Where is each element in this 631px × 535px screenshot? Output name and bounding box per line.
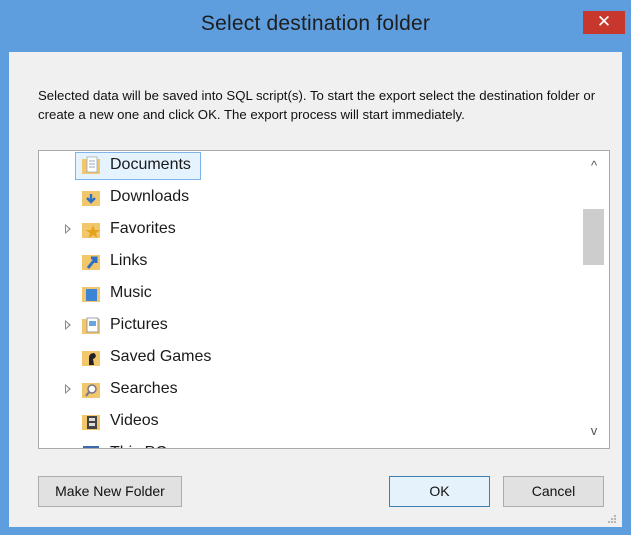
description-text: Selected data will be saved into SQL scr… xyxy=(38,88,596,122)
tree-item-label: Videos xyxy=(110,412,159,429)
tree-item[interactable]: Music xyxy=(39,279,579,309)
folder-tree[interactable]: Documents Downloads Favorites Links Music Pic… xyxy=(38,150,610,449)
searches-folder-icon xyxy=(82,383,100,398)
expand-arrow-icon[interactable] xyxy=(65,224,71,234)
links-folder-icon xyxy=(82,255,100,270)
vertical-scrollbar[interactable]: ^ v xyxy=(579,151,609,448)
scroll-up-arrow-icon[interactable]: ^ xyxy=(587,159,601,172)
tree-item[interactable]: Videos xyxy=(39,407,579,437)
tree-item[interactable]: Pictures xyxy=(39,311,579,341)
tree-item[interactable]: Favorites xyxy=(39,215,579,245)
tree-item-label: Favorites xyxy=(110,220,176,237)
cancel-button[interactable]: Cancel xyxy=(503,476,604,507)
dialog-body: Selected data will be saved into SQL scr… xyxy=(9,52,622,527)
music-folder-icon xyxy=(82,287,100,302)
saved-games-folder-icon xyxy=(82,351,100,366)
ok-button[interactable]: OK xyxy=(389,476,490,507)
tree-item[interactable]: This PC xyxy=(39,439,579,448)
scroll-thumb[interactable] xyxy=(583,209,604,265)
documents-folder-icon xyxy=(82,156,100,174)
this-pc-icon xyxy=(83,446,99,448)
downloads-folder-icon xyxy=(82,191,100,206)
scroll-down-arrow-icon[interactable]: v xyxy=(587,424,601,437)
make-new-folder-button[interactable]: Make New Folder xyxy=(38,476,182,507)
tree-item[interactable]: Saved Games xyxy=(39,343,579,373)
videos-folder-icon xyxy=(82,415,100,430)
tree-item[interactable]: Documents xyxy=(39,151,579,181)
tree-item-label: Links xyxy=(110,252,148,269)
tree-item-label: Music xyxy=(110,284,152,301)
tree-item-label: Pictures xyxy=(110,316,168,333)
tree-item[interactable]: Downloads xyxy=(39,183,579,213)
tree-item-label: Saved Games xyxy=(110,348,212,365)
tree-item[interactable]: Searches xyxy=(39,375,579,405)
resize-grip-icon[interactable] xyxy=(606,513,616,523)
expand-arrow-icon[interactable] xyxy=(65,320,71,330)
tree-item-label: Downloads xyxy=(110,188,190,205)
tree-item-label: This PC xyxy=(110,444,167,448)
tree-item-label: Documents xyxy=(110,156,191,173)
close-button[interactable]: ✕ xyxy=(583,11,625,34)
tree-item-label: Searches xyxy=(110,380,178,397)
pictures-folder-icon xyxy=(82,317,100,334)
close-icon: ✕ xyxy=(596,12,612,31)
favorites-folder-icon xyxy=(82,223,100,238)
dialog-window: Select destination folder ✕ Selected dat… xyxy=(0,0,631,535)
dialog-title: Select destination folder xyxy=(200,12,431,35)
expand-arrow-icon[interactable] xyxy=(65,384,71,394)
tree-item[interactable]: Links xyxy=(39,247,579,277)
title-bar[interactable]: Select destination folder ✕ xyxy=(0,0,631,52)
